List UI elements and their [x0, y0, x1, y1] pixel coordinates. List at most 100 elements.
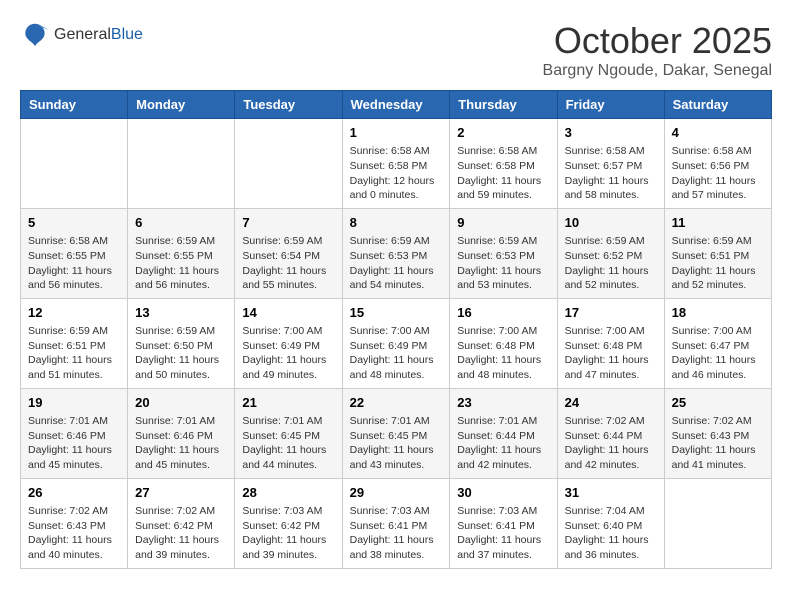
day-info: Sunrise: 7:03 AM	[350, 504, 443, 519]
calendar-cell: 23Sunrise: 7:01 AMSunset: 6:44 PMDayligh…	[450, 388, 557, 478]
day-number: 26	[28, 484, 120, 502]
day-info: Sunset: 6:46 PM	[28, 429, 120, 444]
weekday-header: Thursday	[450, 91, 557, 119]
day-info: Sunset: 6:40 PM	[565, 519, 657, 534]
day-info: Daylight: 11 hours and 45 minutes.	[135, 443, 227, 472]
location-subtitle: Bargny Ngoude, Dakar, Senegal	[543, 62, 772, 80]
page-header: General Blue October 2025 Bargny Ngoude,…	[20, 20, 772, 80]
calendar-cell: 5Sunrise: 6:58 AMSunset: 6:55 PMDaylight…	[21, 208, 128, 298]
weekday-header-row: SundayMondayTuesdayWednesdayThursdayFrid…	[21, 91, 772, 119]
calendar-cell: 4Sunrise: 6:58 AMSunset: 6:56 PMDaylight…	[664, 119, 771, 209]
day-info: Daylight: 11 hours and 55 minutes.	[242, 264, 334, 293]
calendar-cell: 26Sunrise: 7:02 AMSunset: 6:43 PMDayligh…	[21, 478, 128, 568]
calendar-cell: 11Sunrise: 6:59 AMSunset: 6:51 PMDayligh…	[664, 208, 771, 298]
day-info: Daylight: 11 hours and 44 minutes.	[242, 443, 334, 472]
calendar-cell: 29Sunrise: 7:03 AMSunset: 6:41 PMDayligh…	[342, 478, 450, 568]
day-info: Daylight: 11 hours and 48 minutes.	[350, 353, 443, 382]
day-info: Sunrise: 7:00 AM	[457, 324, 549, 339]
day-info: Sunset: 6:44 PM	[565, 429, 657, 444]
day-info: Sunset: 6:48 PM	[457, 339, 549, 354]
calendar-cell: 8Sunrise: 6:59 AMSunset: 6:53 PMDaylight…	[342, 208, 450, 298]
day-info: Sunrise: 6:58 AM	[457, 144, 549, 159]
calendar-cell	[664, 478, 771, 568]
day-info: Daylight: 11 hours and 36 minutes.	[565, 533, 657, 562]
day-number: 16	[457, 304, 549, 322]
day-info: Daylight: 11 hours and 58 minutes.	[565, 174, 657, 203]
day-info: Sunset: 6:51 PM	[28, 339, 120, 354]
calendar-cell: 24Sunrise: 7:02 AMSunset: 6:44 PMDayligh…	[557, 388, 664, 478]
calendar-week-row: 12Sunrise: 6:59 AMSunset: 6:51 PMDayligh…	[21, 298, 772, 388]
day-number: 12	[28, 304, 120, 322]
day-number: 2	[457, 124, 549, 142]
calendar-cell: 1Sunrise: 6:58 AMSunset: 6:58 PMDaylight…	[342, 119, 450, 209]
day-info: Sunset: 6:46 PM	[135, 429, 227, 444]
day-info: Daylight: 11 hours and 39 minutes.	[242, 533, 334, 562]
day-info: Sunset: 6:45 PM	[242, 429, 334, 444]
day-number: 19	[28, 394, 120, 412]
day-info: Sunset: 6:50 PM	[135, 339, 227, 354]
day-info: Sunrise: 7:01 AM	[242, 414, 334, 429]
day-info: Sunset: 6:41 PM	[350, 519, 443, 534]
day-info: Sunrise: 6:59 AM	[242, 234, 334, 249]
day-info: Sunrise: 6:58 AM	[565, 144, 657, 159]
month-title: October 2025	[543, 20, 772, 62]
day-info: Sunset: 6:51 PM	[672, 249, 764, 264]
weekday-header: Tuesday	[235, 91, 342, 119]
calendar-cell: 25Sunrise: 7:02 AMSunset: 6:43 PMDayligh…	[664, 388, 771, 478]
day-info: Sunrise: 7:02 AM	[28, 504, 120, 519]
day-info: Sunset: 6:52 PM	[565, 249, 657, 264]
day-info: Sunrise: 6:59 AM	[28, 324, 120, 339]
day-number: 21	[242, 394, 334, 412]
day-info: Sunrise: 7:02 AM	[565, 414, 657, 429]
day-info: Sunset: 6:45 PM	[350, 429, 443, 444]
day-info: Daylight: 11 hours and 52 minutes.	[672, 264, 764, 293]
logo: General Blue	[20, 20, 143, 50]
day-info: Sunrise: 6:59 AM	[135, 324, 227, 339]
calendar-week-row: 1Sunrise: 6:58 AMSunset: 6:58 PMDaylight…	[21, 119, 772, 209]
calendar-cell: 22Sunrise: 7:01 AMSunset: 6:45 PMDayligh…	[342, 388, 450, 478]
day-info: Sunset: 6:58 PM	[350, 159, 443, 174]
calendar-cell: 28Sunrise: 7:03 AMSunset: 6:42 PMDayligh…	[235, 478, 342, 568]
day-info: Sunrise: 6:59 AM	[457, 234, 549, 249]
day-info: Daylight: 12 hours and 0 minutes.	[350, 174, 443, 203]
day-info: Daylight: 11 hours and 54 minutes.	[350, 264, 443, 293]
day-info: Sunset: 6:49 PM	[242, 339, 334, 354]
day-info: Sunrise: 7:00 AM	[350, 324, 443, 339]
day-number: 28	[242, 484, 334, 502]
day-info: Sunrise: 6:58 AM	[672, 144, 764, 159]
day-number: 6	[135, 214, 227, 232]
day-number: 25	[672, 394, 764, 412]
day-number: 13	[135, 304, 227, 322]
day-info: Sunrise: 7:03 AM	[457, 504, 549, 519]
calendar-cell: 30Sunrise: 7:03 AMSunset: 6:41 PMDayligh…	[450, 478, 557, 568]
day-info: Daylight: 11 hours and 43 minutes.	[350, 443, 443, 472]
day-info: Sunset: 6:55 PM	[135, 249, 227, 264]
day-number: 3	[565, 124, 657, 142]
day-number: 23	[457, 394, 549, 412]
day-number: 15	[350, 304, 443, 322]
day-number: 9	[457, 214, 549, 232]
day-info: Sunrise: 7:01 AM	[350, 414, 443, 429]
day-info: Daylight: 11 hours and 48 minutes.	[457, 353, 549, 382]
day-info: Daylight: 11 hours and 45 minutes.	[28, 443, 120, 472]
calendar-cell: 3 Sunrise: 6:58 AMSunset: 6:57 PMDaylight…	[557, 119, 664, 209]
day-info: Daylight: 11 hours and 40 minutes.	[28, 533, 120, 562]
weekday-header: Sunday	[21, 91, 128, 119]
day-info: Daylight: 11 hours and 37 minutes.	[457, 533, 549, 562]
day-number: 31	[565, 484, 657, 502]
day-info: Sunset: 6:44 PM	[457, 429, 549, 444]
day-number: 1	[350, 124, 443, 142]
day-info: Sunset: 6:57 PM	[565, 159, 657, 174]
calendar-cell: 19Sunrise: 7:01 AMSunset: 6:46 PMDayligh…	[21, 388, 128, 478]
day-info: Sunrise: 7:01 AM	[135, 414, 227, 429]
day-info: Sunset: 6:55 PM	[28, 249, 120, 264]
logo-blue-text: Blue	[111, 26, 143, 44]
weekday-header: Monday	[128, 91, 235, 119]
day-info: Daylight: 11 hours and 47 minutes.	[565, 353, 657, 382]
calendar-week-row: 5Sunrise: 6:58 AMSunset: 6:55 PMDaylight…	[21, 208, 772, 298]
calendar-cell	[128, 119, 235, 209]
day-info: Sunrise: 7:03 AM	[242, 504, 334, 519]
weekday-header: Saturday	[664, 91, 771, 119]
day-info: Sunset: 6:47 PM	[672, 339, 764, 354]
day-info: Daylight: 11 hours and 49 minutes.	[242, 353, 334, 382]
